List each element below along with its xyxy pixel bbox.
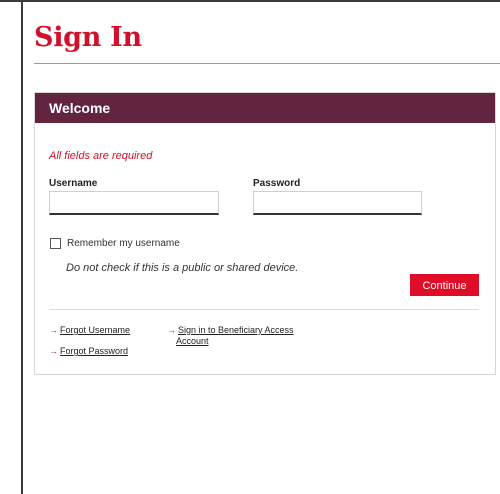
password-input[interactable] bbox=[253, 191, 422, 215]
forgot-password-text[interactable]: Forgot Password bbox=[60, 346, 128, 356]
remember-label[interactable]: Remember my username bbox=[67, 238, 180, 249]
forgot-username-link[interactable]: → Forgot Username bbox=[49, 325, 130, 335]
beneficiary-access-link-continued[interactable]: Account bbox=[176, 336, 209, 346]
arrow-right-icon: → bbox=[49, 346, 58, 356]
shared-device-warning: Do not check if this is a public or shar… bbox=[66, 262, 299, 274]
page: Sign In Welcome All fields are required … bbox=[0, 0, 500, 494]
forgot-username-text[interactable]: Forgot Username bbox=[60, 325, 130, 335]
sign-in-card: Welcome All fields are required Username… bbox=[34, 92, 496, 375]
arrow-right-icon: → bbox=[49, 325, 58, 335]
username-input[interactable] bbox=[49, 191, 219, 215]
password-label: Password bbox=[253, 178, 301, 189]
title-divider bbox=[34, 63, 500, 64]
beneficiary-access-text[interactable]: Sign in to Beneficiary Access bbox=[178, 325, 294, 335]
required-note: All fields are required bbox=[49, 150, 153, 162]
continue-button[interactable]: Continue bbox=[410, 274, 479, 296]
card-header: Welcome bbox=[35, 93, 495, 123]
forgot-password-link[interactable]: → Forgot Password bbox=[49, 346, 128, 356]
page-title: Sign In bbox=[34, 22, 142, 53]
card-divider bbox=[49, 309, 479, 310]
top-border bbox=[23, 0, 500, 2]
remember-checkbox[interactable] bbox=[50, 238, 61, 249]
beneficiary-access-text-line2[interactable]: Account bbox=[176, 336, 209, 346]
username-label: Username bbox=[49, 178, 98, 189]
left-rail bbox=[0, 0, 23, 494]
beneficiary-access-link[interactable]: → Sign in to Beneficiary Access bbox=[167, 325, 294, 335]
arrow-right-icon: → bbox=[167, 325, 176, 335]
